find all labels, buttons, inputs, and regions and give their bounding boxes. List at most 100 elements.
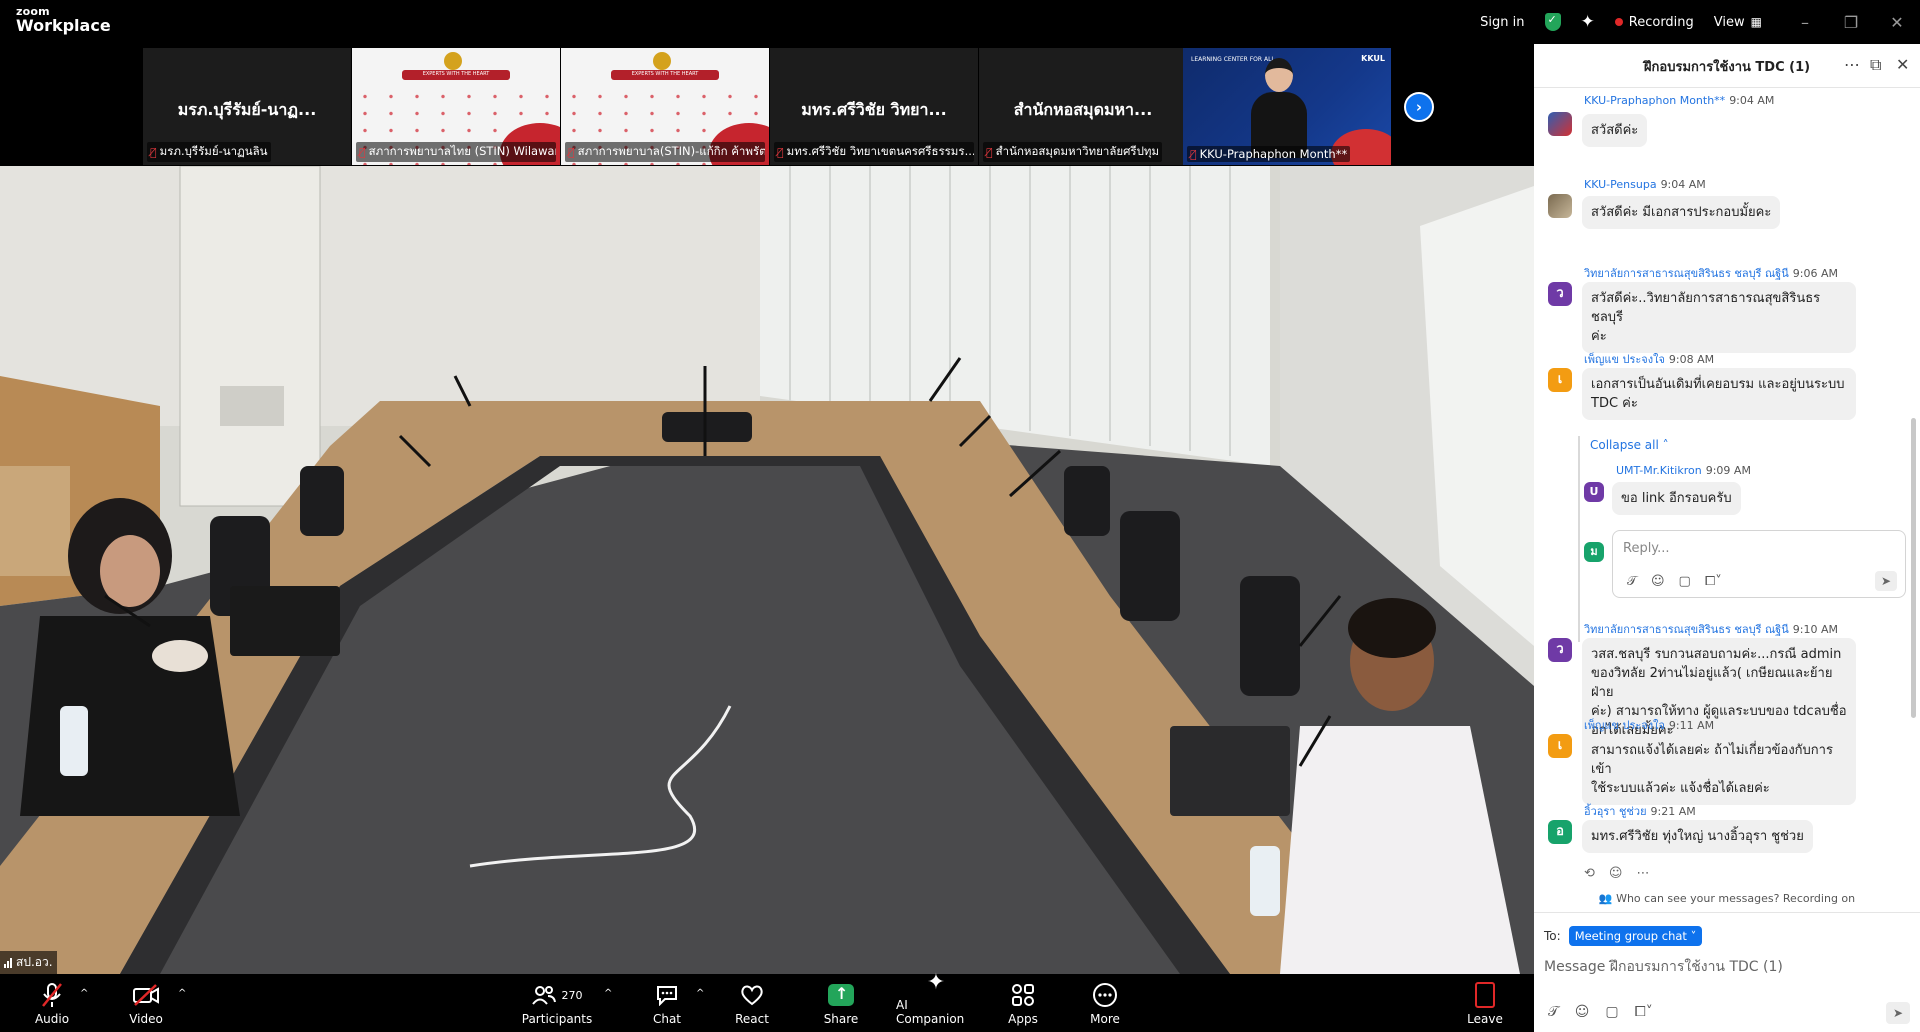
- format-icon[interactable]: 𝒯: [1627, 574, 1637, 589]
- participant-display-name: มทร.ศรีวิชัย วิทยา...: [801, 100, 947, 119]
- my-avatar: ม: [1584, 542, 1604, 562]
- screenshot-icon[interactable]: ⧠˅: [1635, 1004, 1653, 1020]
- message-bubble[interactable]: เอกสารเป็นอันเดิมที่เคยอบรม และอยู่บนระบ…: [1582, 368, 1856, 420]
- video-options-caret[interactable]: ^: [178, 988, 186, 999]
- sender-name[interactable]: KKU-Pensupa: [1584, 178, 1657, 191]
- more-label: More: [1090, 1012, 1120, 1026]
- message-bubble[interactable]: สวัสดีค่ะ..วิทยาลัยการสาธารณสุขสิรินธร ช…: [1582, 282, 1856, 353]
- sender-name[interactable]: วิทยาลัยการสาธารณสุขสิรินธร ชลบุรี ณฐินี: [1584, 623, 1789, 636]
- message-bubble[interactable]: สวัสดีค่ะ มีเอกสารประกอบมั้ยคะ: [1582, 196, 1781, 229]
- apps-button[interactable]: Apps: [1007, 974, 1039, 1032]
- video-button[interactable]: Video: [126, 974, 166, 1032]
- message-time: 9:09 AM: [1705, 464, 1751, 477]
- sender-name[interactable]: เพ็ญแข ประจงใจ: [1584, 353, 1665, 366]
- participant-thumbnail[interactable]: สำนักหอสมุดมหา... 🎙̸ สำนักหอสมุดมหาวิทยาล…: [979, 48, 1187, 165]
- avatar: ว: [1548, 282, 1572, 306]
- send-icon[interactable]: ➤: [1886, 1002, 1910, 1024]
- kkul-logo: KKUL: [1361, 54, 1385, 63]
- next-page-arrow-button[interactable]: ›: [1404, 92, 1434, 122]
- participants-button[interactable]: 270 Participants: [522, 974, 592, 1032]
- audio-button[interactable]: Audio: [34, 974, 70, 1032]
- share-button[interactable]: Share: [824, 974, 858, 1032]
- screenshot-icon[interactable]: ⧠˅: [1705, 574, 1722, 589]
- pop-out-icon[interactable]: ⧉: [1870, 55, 1881, 75]
- minimize-button[interactable]: –: [1782, 13, 1828, 32]
- emoji-icon[interactable]: ☺: [1575, 1004, 1590, 1020]
- file-icon[interactable]: ▢: [1605, 1004, 1618, 1020]
- more-options-icon[interactable]: ⋯: [1844, 55, 1860, 74]
- info-people-icon: 👥: [1598, 892, 1617, 905]
- chat-options-caret[interactable]: ^: [696, 988, 704, 999]
- recording-notice[interactable]: 👥 Who can see your messages? Recording o…: [1534, 892, 1920, 905]
- view-button[interactable]: View ▦: [1714, 15, 1762, 30]
- message-bubble[interactable]: สวัสดีค่ะ: [1582, 114, 1648, 147]
- message-line: ใช้ระบบแล้วค่ะ แจ้งชื่อได้เลยค่ะ: [1591, 781, 1770, 796]
- speaker-name-tag: สป.อว.: [0, 951, 57, 974]
- chat-bubble-icon: [655, 981, 679, 1009]
- sender-name[interactable]: KKU-Praphaphon Month**: [1584, 94, 1725, 107]
- more-button[interactable]: More: [1090, 974, 1120, 1032]
- more-dots-icon: [1092, 981, 1118, 1009]
- emoji-icon[interactable]: ☺: [1651, 574, 1665, 589]
- collapse-all-link[interactable]: Collapse all ˄: [1590, 438, 1669, 452]
- close-icon[interactable]: ✕: [1896, 55, 1909, 74]
- avatar: [1548, 112, 1572, 136]
- participants-icon: 270: [531, 981, 583, 1009]
- encryption-shield-button[interactable]: [1544, 13, 1561, 31]
- sign-in-button[interactable]: Sign in: [1480, 15, 1524, 30]
- message-bubble[interactable]: สามารถแจ้งได้เลยค่ะ ถ้าไม่เกี่ยวข้องกับก…: [1582, 734, 1856, 805]
- audio-label: Audio: [34, 1012, 70, 1026]
- message-bubble[interactable]: ขอ link อีกรอบครับ: [1612, 482, 1741, 515]
- reply-placeholder: Reply...: [1623, 541, 1670, 556]
- sender-name[interactable]: วิทยาลัยการสาธารณสุขสิรินธร ชลบุรี ณฐินี: [1584, 267, 1789, 280]
- grid-view-icon: ▦: [1750, 15, 1762, 29]
- more-actions-icon[interactable]: ⋯: [1636, 866, 1649, 881]
- react-label: React: [735, 1012, 769, 1026]
- message-time: 9:11 AM: [1668, 719, 1715, 732]
- thread-reply-input[interactable]: Reply... 𝒯 ☺ ▢ ⧠˅ ➤: [1612, 530, 1906, 598]
- recipient-row: To: Meeting group chat ˅: [1544, 926, 1703, 946]
- file-icon[interactable]: ▢: [1679, 574, 1691, 589]
- sparkle-icon: ✦: [926, 970, 946, 995]
- react-button[interactable]: React: [735, 974, 769, 1032]
- message-line: วสส.ชลบุรี รบกวนสอบถามค่ะ...กรณี admin: [1591, 647, 1842, 662]
- participant-thumbnail[interactable]: มทร.ศรีวิชัย วิทยา... 🎙̸ มทร.ศรีวิชัย วิท…: [770, 48, 978, 165]
- ai-sparkle-button[interactable]: ✦: [1581, 12, 1595, 32]
- close-window-button[interactable]: ✕: [1874, 13, 1920, 32]
- zoom-logo: zoom Workplace: [16, 6, 111, 34]
- chat-scrollbar[interactable]: [1911, 418, 1916, 718]
- participant-thumbnail[interactable]: EXPERTS WITH THE HEART 🎙̸ สภาการพยาบาล(ST…: [561, 48, 769, 165]
- message-time: 9:04 AM: [1660, 178, 1706, 191]
- message-bubble[interactable]: มทร.ศรีวิชัย ทุ่งใหญ่ นางอิ้วอุรา ชูช่วย: [1582, 820, 1813, 853]
- chat-messages: KKU-Praphaphon Month** 9:04 AM สวัสดีค่ะ …: [1534, 88, 1920, 748]
- restore-button[interactable]: ❐: [1828, 13, 1874, 32]
- audio-options-caret[interactable]: ^: [80, 988, 88, 999]
- sender-name[interactable]: UMT-Mr.Kitikron: [1616, 464, 1702, 477]
- message-time: 9:08 AM: [1668, 353, 1715, 366]
- participant-thumbnail[interactable]: LEARNING CENTER FOR ALL KKUL 🎙̸ KKU-Praph…: [1183, 48, 1391, 165]
- participant-thumbnail[interactable]: มรภ.บุรีรัมย์-นาฏ... 🎙̸ มรภ.บุรีรัมย์-นาฏ…: [143, 48, 351, 165]
- participant-thumbnail[interactable]: EXPERTS WITH THE HEART 🎙̸ สภาการพยาบาลไทย…: [352, 48, 560, 165]
- add-reaction-icon[interactable]: ☺: [1609, 866, 1623, 881]
- shield-check-icon: [1544, 13, 1561, 31]
- thread-line: [1578, 436, 1580, 642]
- send-icon[interactable]: ➤: [1875, 571, 1897, 591]
- format-icon[interactable]: 𝒯: [1548, 1004, 1559, 1020]
- participants-options-caret[interactable]: ^: [604, 988, 612, 999]
- recipient-dropdown[interactable]: Meeting group chat ˅: [1568, 926, 1703, 946]
- ai-companion-button[interactable]: ✦ AI Companion: [896, 970, 976, 1032]
- chat-title: ฝึกอบรมการใช้งาน TDC (1): [1643, 60, 1811, 75]
- title-bar: zoom Workplace Sign in ✦ Recording View ▦…: [0, 0, 1920, 44]
- message-input[interactable]: Message ฝึกอบรมการใช้งาน TDC (1): [1544, 956, 1910, 978]
- sender-name[interactable]: อิ้วอุรา ชูช่วย: [1584, 805, 1647, 818]
- compose-toolbar: 𝒯 ☺ ▢ ⧠˅: [1548, 1004, 1653, 1020]
- record-dot-icon: [1614, 18, 1623, 26]
- recording-indicator[interactable]: Recording: [1614, 15, 1694, 30]
- chat-button[interactable]: Chat: [650, 974, 684, 1032]
- reply-thread-icon[interactable]: ⟲: [1584, 866, 1595, 881]
- participant-label: สำนักหอสมุดมหาวิทยาลัยศรีปทุม: [995, 144, 1160, 158]
- avatar: เ: [1548, 734, 1572, 758]
- participant-label: สภาการพยาบาลไทย (STIN) Wilawan ...: [368, 144, 556, 158]
- leave-button[interactable]: Leave: [1467, 974, 1503, 1032]
- sender-name[interactable]: เพ็ญแข ประจงใจ: [1584, 719, 1665, 732]
